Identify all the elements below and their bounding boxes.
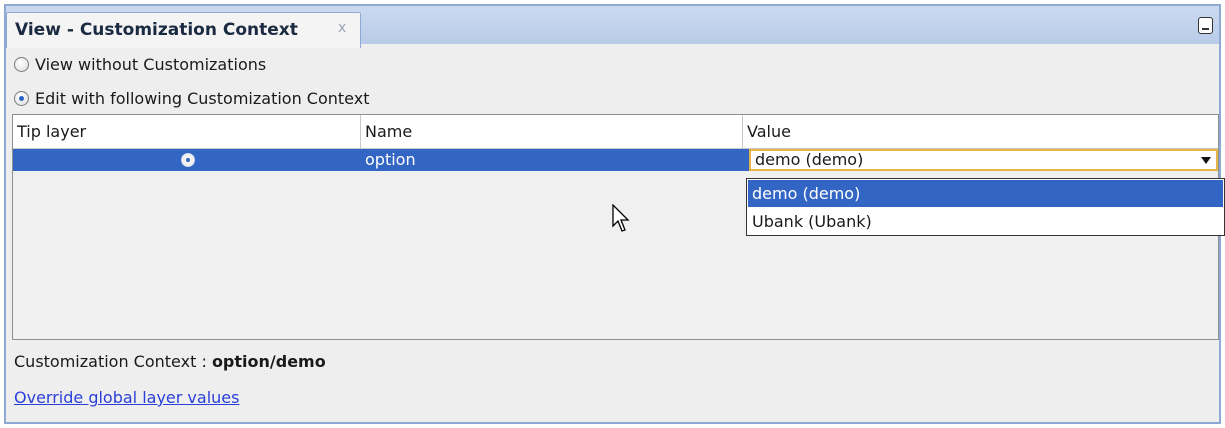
tab-title: View - Customization Context <box>15 20 298 40</box>
radio-unchecked-icon[interactable] <box>14 56 29 72</box>
close-icon[interactable]: x <box>338 20 346 36</box>
context-summary: Customization Context : option/demo <box>14 352 326 371</box>
value-combobox[interactable]: demo (demo) <box>749 149 1218 171</box>
tip-layer-cell[interactable] <box>13 149 361 171</box>
tab-customization-context[interactable]: View - Customization Context x <box>6 12 361 48</box>
context-summary-value: option/demo <box>211 352 326 371</box>
tab-bar: View - Customization Context x <box>6 4 1219 48</box>
radio-edit-with-context[interactable]: Edit with following Customization Contex… <box>14 86 369 110</box>
tip-layer-radio-icon[interactable] <box>181 153 195 167</box>
minimize-icon[interactable] <box>1198 17 1213 34</box>
column-header-name[interactable]: Name <box>361 115 743 148</box>
radio-view-without-customizations[interactable]: View without Customizations <box>14 52 266 76</box>
dropdown-option-ubank[interactable]: Ubank (Ubank) <box>748 208 1223 235</box>
column-header-value[interactable]: Value <box>743 115 1218 148</box>
value-dropdown-list: demo (demo) Ubank (Ubank) <box>746 178 1225 236</box>
radio-checked-icon[interactable] <box>14 90 29 106</box>
context-summary-label: Customization Context : <box>14 352 207 371</box>
override-global-layer-link[interactable]: Override global layer values <box>14 388 239 407</box>
name-cell[interactable]: option <box>361 149 749 171</box>
radio-label-edit-with: Edit with following Customization Contex… <box>35 88 370 108</box>
customization-context-view: View - Customization Context x View with… <box>4 4 1225 424</box>
mouse-pointer-icon <box>612 204 630 232</box>
value-combobox-text: demo (demo) <box>755 150 864 169</box>
chevron-down-icon[interactable] <box>1201 157 1211 164</box>
dropdown-option-demo[interactable]: demo (demo) <box>748 180 1223 207</box>
column-header-tip-layer[interactable]: Tip layer <box>13 115 361 148</box>
radio-label-view-without: View without Customizations <box>35 54 267 74</box>
table-header: Tip layer Name Value <box>13 115 1218 149</box>
